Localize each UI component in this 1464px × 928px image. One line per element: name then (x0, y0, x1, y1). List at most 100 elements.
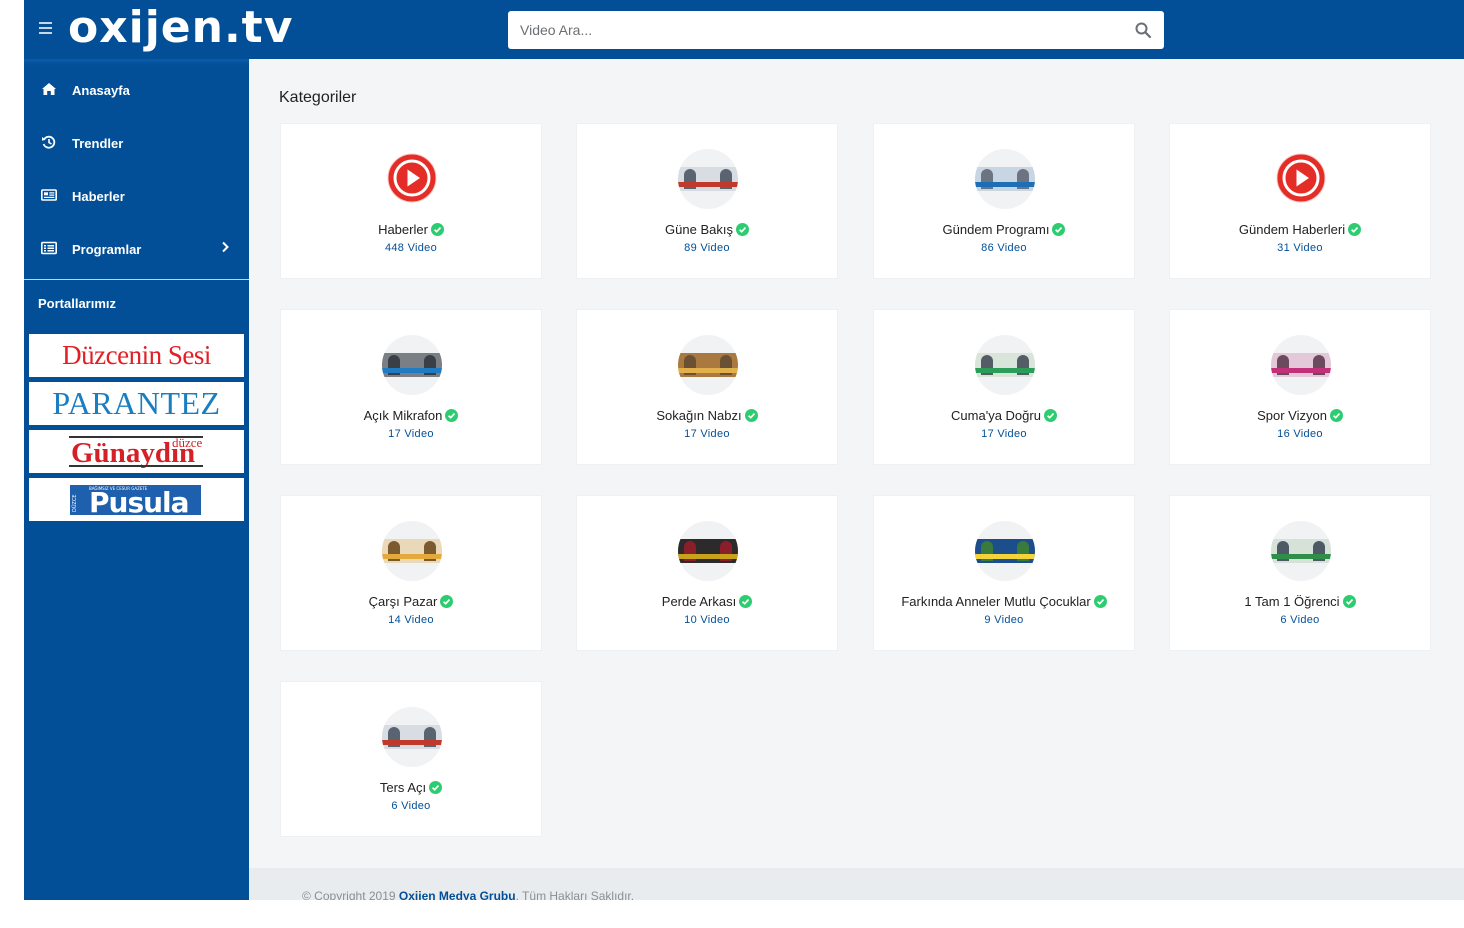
copyright-prefix: © Copyright 2019 (302, 889, 396, 900)
category-card[interactable]: 1 Tam 1 Öğrenci 6 Video (1169, 495, 1431, 651)
sidebar-divider (24, 279, 249, 280)
category-card[interactable]: Spor Vizyon 16 Video (1169, 309, 1431, 465)
footer: © Copyright 2019 Oxijen Medya Grubu. Tüm… (249, 868, 1464, 900)
video-count: 17 Video (684, 428, 730, 440)
category-card[interactable]: Açık Mikrafon 17 Video (280, 309, 542, 465)
program-banner (382, 353, 442, 377)
category-name: Güne Bakış (577, 222, 837, 237)
portal-logo-text: Düzcenin Sesi (62, 340, 211, 370)
portal-logo-side: DÜZCE (72, 494, 78, 513)
category-card[interactable]: Cuma'ya Doğru 17 Video (873, 309, 1135, 465)
category-title: Perde Arkası (661, 594, 737, 609)
portal-parantez[interactable]: PARANTEZ (29, 382, 244, 425)
video-count: 14 Video (388, 614, 434, 626)
category-thumbnail (382, 707, 442, 767)
category-thumbnail (678, 149, 738, 209)
portal-pusula[interactable]: DÜZCE BAĞIMSIZ VE CESUR GAZETE Pusula (29, 478, 244, 521)
program-banner (382, 539, 442, 563)
category-name: Gündem Haberleri (1170, 222, 1430, 237)
video-count: 16 Video (1277, 428, 1323, 440)
category-name: Ters Açı (281, 780, 541, 795)
category-title: Gündem Haberleri (1238, 222, 1346, 237)
program-banner (975, 167, 1035, 191)
portals-heading: Portallarımız (38, 296, 117, 311)
sidebar-item-label: Anasayfa (72, 83, 130, 98)
category-thumbnail (382, 335, 442, 395)
play-icon (387, 153, 437, 203)
category-card[interactable]: Ters Açı 6 Video (280, 681, 542, 837)
category-card[interactable]: Haberler 448 Video (280, 123, 542, 279)
category-thumbnail (1271, 521, 1331, 581)
category-name: Çarşı Pazar (281, 594, 541, 609)
video-count: 6 Video (1280, 614, 1320, 626)
search-icon[interactable] (1134, 21, 1152, 39)
category-thumbnail (975, 335, 1035, 395)
category-name: 1 Tam 1 Öğrenci (1170, 594, 1430, 609)
category-card[interactable]: Farkında Anneler Mutlu Çocuklar 9 Video (873, 495, 1135, 651)
program-banner (975, 353, 1035, 377)
video-count: 9 Video (984, 614, 1024, 626)
category-card[interactable]: Güne Bakış 89 Video (576, 123, 838, 279)
program-banner (678, 539, 738, 563)
app-window: oxijen.tv Anasayfa Trendler (24, 0, 1464, 900)
search-input[interactable] (508, 11, 1108, 49)
verified-check-icon (430, 223, 444, 236)
sidebar-item-haberler[interactable]: Haberler (24, 168, 249, 221)
category-title: Gündem Programı (942, 222, 1050, 237)
category-card[interactable]: Sokağın Nabzı 17 Video (576, 309, 838, 465)
verified-check-icon (440, 595, 454, 608)
video-count: 17 Video (981, 428, 1027, 440)
category-title: Ters Açı (379, 780, 427, 795)
sidebar-item-label: Programlar (72, 242, 142, 257)
category-title: 1 Tam 1 Öğrenci (1244, 594, 1340, 609)
category-thumbnail (1271, 335, 1331, 395)
history-icon (42, 135, 56, 149)
program-banner (678, 353, 738, 377)
category-title: Cuma'ya Doğru (951, 408, 1041, 423)
verified-check-icon (1348, 223, 1362, 236)
sidebar-item-trendler[interactable]: Trendler (24, 115, 249, 168)
portal-duzcenin-sesi[interactable]: Düzcenin Sesi (29, 334, 244, 377)
category-card[interactable]: Gündem Haberleri 31 Video (1169, 123, 1431, 279)
video-count: 6 Video (391, 800, 431, 812)
program-banner (382, 725, 442, 749)
sidebar: Anasayfa Trendler Haberler Programlar Po… (24, 59, 249, 900)
category-title: Haberler (378, 222, 428, 237)
category-name: Cuma'ya Doğru (874, 408, 1134, 423)
category-title: Açık Mikrafon (363, 408, 443, 423)
video-count: 31 Video (1277, 242, 1323, 254)
logo-rule (69, 465, 203, 467)
sidebar-item-label: Haberler (72, 189, 125, 204)
verified-check-icon (1093, 595, 1107, 608)
category-title: Spor Vizyon (1257, 408, 1327, 423)
verified-check-icon (739, 595, 753, 608)
site-logo[interactable]: oxijen.tv (68, 2, 293, 54)
verified-check-icon (1052, 223, 1066, 236)
category-title: Çarşı Pazar (368, 594, 438, 609)
category-thumbnail (975, 521, 1035, 581)
page-title: Kategoriler (279, 89, 357, 106)
portal-logo-text: Pusula (89, 486, 190, 519)
category-name: Açık Mikrafon (281, 408, 541, 423)
category-card[interactable]: Gündem Programı 86 Video (873, 123, 1135, 279)
video-count: 10 Video (684, 614, 730, 626)
program-banner (1271, 539, 1331, 563)
category-name: Gündem Programı (874, 222, 1134, 237)
category-name: Haberler (281, 222, 541, 237)
chevron-right-icon (222, 241, 229, 253)
verified-check-icon (429, 781, 443, 794)
home-icon (42, 83, 56, 95)
category-card[interactable]: Çarşı Pazar 14 Video (280, 495, 542, 651)
sidebar-item-anasayfa[interactable]: Anasayfa (24, 62, 249, 115)
sidebar-item-programlar[interactable]: Programlar (24, 221, 249, 274)
portal-gunaydin[interactable]: Günaydın düzce (29, 430, 244, 473)
program-banner (1271, 353, 1331, 377)
category-title: Güne Bakış (665, 222, 733, 237)
category-thumbnail (975, 149, 1035, 209)
video-count: 17 Video (388, 428, 434, 440)
company-link[interactable]: Oxijen Medya Grubu (399, 889, 516, 900)
category-name: Sokağın Nabzı (577, 408, 837, 423)
verified-check-icon (445, 409, 459, 422)
category-card[interactable]: Perde Arkası 10 Video (576, 495, 838, 651)
menu-toggle-icon[interactable] (39, 22, 52, 34)
